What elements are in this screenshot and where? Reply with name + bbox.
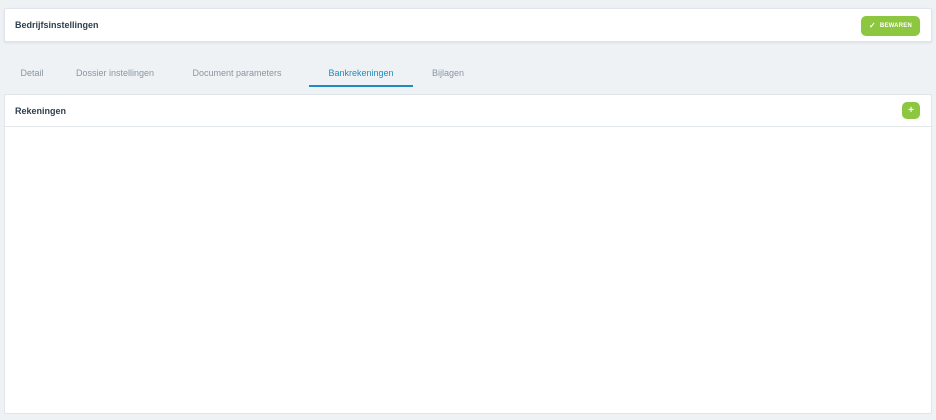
panel-title: Rekeningen [15, 106, 67, 116]
save-button-label: BEWAREN [879, 23, 912, 29]
check-icon: ✓ [869, 21, 876, 30]
page-title: Bedrijfsinstellingen [15, 20, 99, 30]
accounts-panel: Rekeningen + [4, 94, 932, 414]
tab-dossier-instellingen[interactable]: Dossier instellingen [66, 62, 164, 88]
tab-bankrekeningen[interactable]: Bankrekeningen [309, 62, 413, 88]
plus-icon: + [908, 105, 914, 116]
panel-header: Rekeningen + [5, 95, 931, 127]
tab-bar: Detail Dossier instellingen Document par… [4, 62, 932, 88]
page-header: Bedrijfsinstellingen ✓ BEWAREN [4, 8, 932, 42]
tab-detail[interactable]: Detail [13, 62, 51, 88]
save-button[interactable]: ✓ BEWAREN [861, 16, 920, 36]
tab-document-parameters[interactable]: Document parameters [182, 62, 292, 88]
tab-bijlagen[interactable]: Bijlagen [424, 62, 472, 88]
add-account-button[interactable]: + [902, 102, 920, 119]
